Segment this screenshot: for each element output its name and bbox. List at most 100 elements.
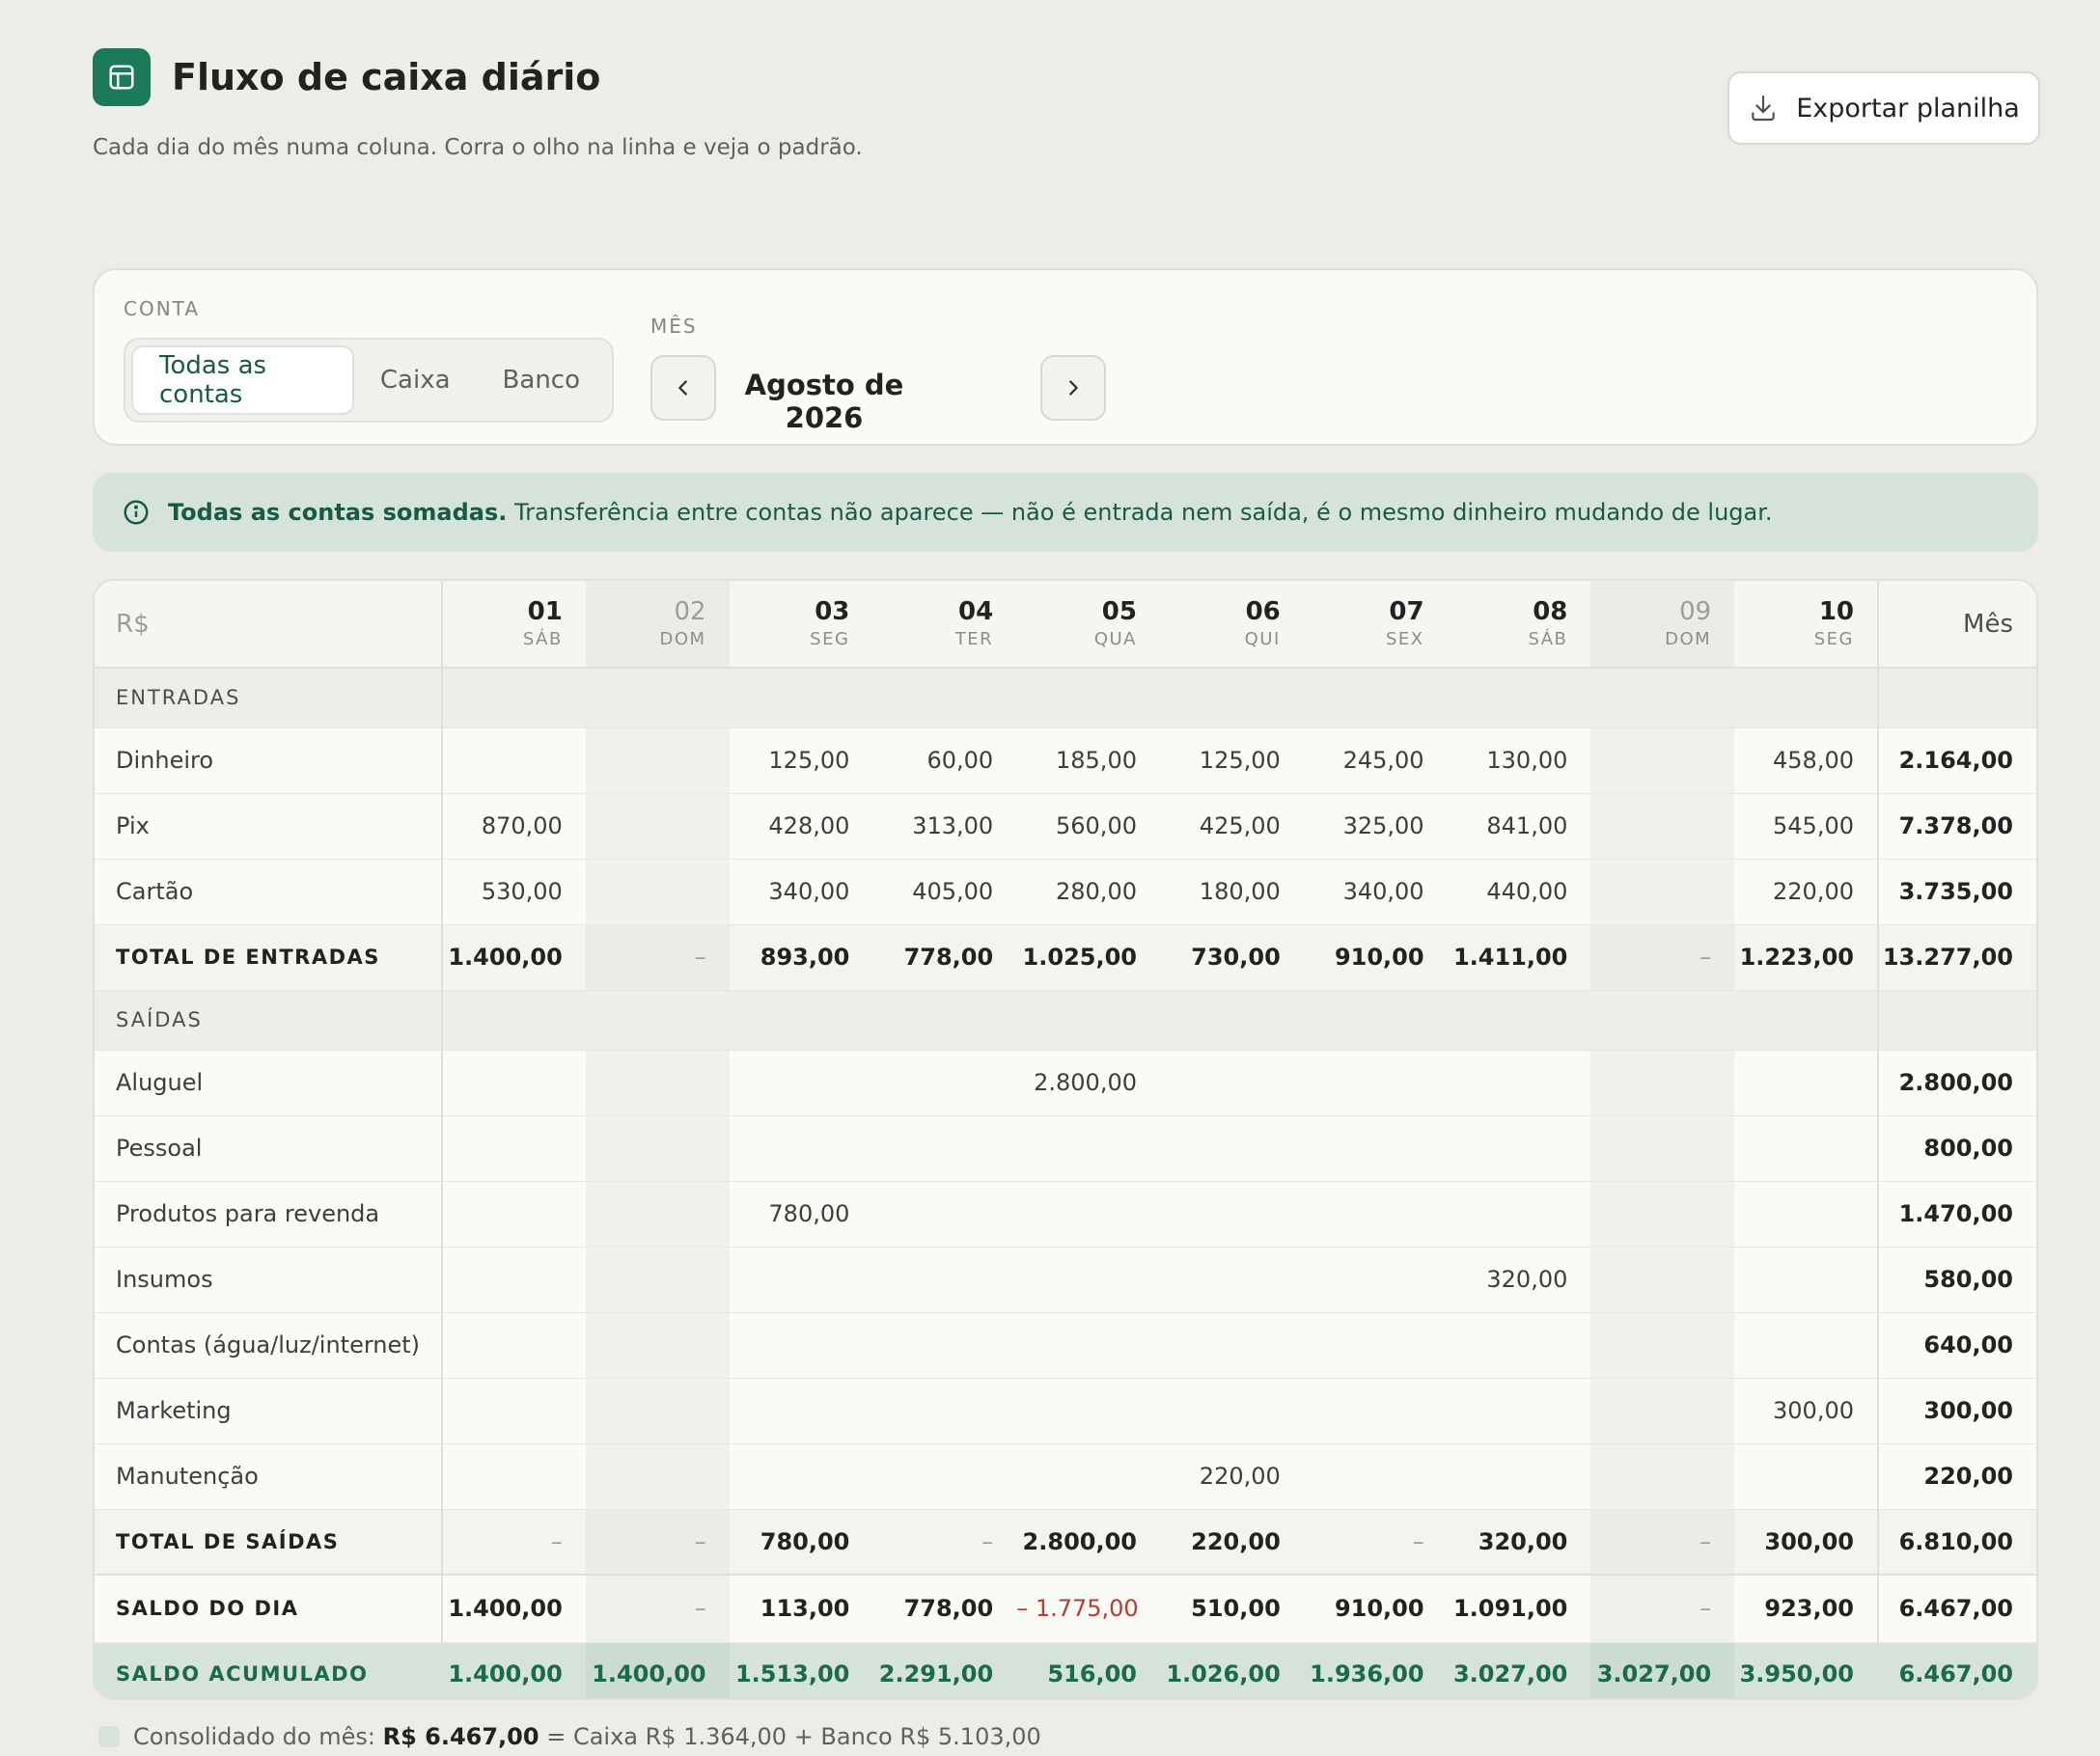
table-cell: 1.026,00 xyxy=(1159,1642,1304,1698)
table-row: Pessoal 800,00 xyxy=(95,1115,2036,1182)
table-cell xyxy=(442,1247,586,1313)
table-cell: 245,00 xyxy=(1303,727,1448,794)
table-cell xyxy=(1590,1247,1735,1313)
table-cell xyxy=(442,1181,586,1248)
next-month-button[interactable] xyxy=(1040,355,1106,421)
day-number: 06 xyxy=(1245,596,1281,626)
info-icon xyxy=(124,500,149,525)
day-header: 01 SÁB xyxy=(442,581,586,669)
table-cell: 340,00 xyxy=(1303,859,1448,925)
table-cell xyxy=(1590,859,1735,925)
table-cell xyxy=(442,1115,586,1182)
table-cell xyxy=(585,1247,730,1313)
table-row: Dinheiro 125,00 60,00 185,00 125,00 245,00 130… xyxy=(95,727,2036,794)
table-cell xyxy=(585,727,730,794)
section-total-row: TOTAL DE SAÍDAS – –780,00–2.800,00 220,00–3… xyxy=(95,1509,2036,1576)
table-cell: 220,00 xyxy=(1734,859,1878,925)
table-cell xyxy=(1590,727,1735,794)
table-cell: 560,00 xyxy=(1016,793,1160,860)
table-cell: 841,00 xyxy=(1447,793,1591,860)
export-label: Exportar planilha xyxy=(1796,93,2020,123)
daily-balance-row: SALDO DO DIA 1.400,00–113,00 778,00– 1.775… xyxy=(95,1574,2036,1643)
day-number: 10 xyxy=(1818,596,1854,626)
table-cell xyxy=(1159,1050,1304,1116)
day-number: 04 xyxy=(958,596,994,626)
day-weekday: SÁB xyxy=(522,628,563,649)
table-cell xyxy=(442,727,586,794)
table-cell xyxy=(1590,1443,1735,1510)
table-cell: 923,00 xyxy=(1734,1574,1878,1643)
table-cell: 428,00 xyxy=(729,793,873,860)
month-total-cell: 640,00 xyxy=(1877,1312,2036,1379)
section-month-fill xyxy=(1877,668,2036,728)
table-cell: 2.800,00 xyxy=(1016,1509,1160,1576)
table-cell: 300,00 xyxy=(1734,1378,1878,1444)
table-cell: 300,00 xyxy=(1734,1509,1878,1576)
month-total-cell: 3.735,00 xyxy=(1877,859,2036,925)
table-row: Marketing 300,00 300,00 xyxy=(95,1378,2036,1444)
day-header: 03 SEG xyxy=(729,581,873,669)
account-option-all[interactable]: Todas as contas xyxy=(131,345,354,415)
table-cell xyxy=(1590,1378,1735,1444)
account-option-banco[interactable]: Banco xyxy=(477,345,606,415)
prev-month-button[interactable] xyxy=(650,355,716,421)
table-cell xyxy=(1734,1312,1878,1379)
row-label: Cartão xyxy=(95,859,443,925)
row-label: Aluguel xyxy=(95,1050,443,1116)
table-cell: 545,00 xyxy=(1734,793,1878,860)
day-number: 08 xyxy=(1533,596,1568,626)
table-cell xyxy=(442,1312,586,1379)
month-total-cell: 220,00 xyxy=(1877,1443,2036,1510)
table-cell: 1.411,00 xyxy=(1447,924,1591,991)
export-button[interactable]: Exportar planilha xyxy=(1727,71,2040,145)
section-title: SAÍDAS xyxy=(95,990,443,1051)
table-row: Manutenção 220,00 220,00 xyxy=(95,1443,2036,1510)
table-cell: – xyxy=(1590,1574,1735,1643)
table-cell: – xyxy=(442,1509,586,1576)
table-cell xyxy=(872,1181,1017,1248)
table-cell xyxy=(1734,1050,1878,1116)
table-cell: 220,00 xyxy=(1159,1509,1304,1576)
table-cell xyxy=(1590,1115,1735,1182)
month-header: Mês xyxy=(1877,581,2036,669)
month-total-cell: 580,00 xyxy=(1877,1247,2036,1313)
table-cell: – xyxy=(585,1509,730,1576)
table-cell: – xyxy=(585,924,730,991)
day-number: 09 xyxy=(1679,596,1712,626)
table-cell xyxy=(1303,1115,1448,1182)
table-cell: – xyxy=(1590,1509,1735,1576)
table-cell xyxy=(1447,1115,1591,1182)
table-cell: 778,00 xyxy=(872,1574,1017,1643)
table-cell xyxy=(729,1115,873,1182)
month-total-cell: 13.277,00 xyxy=(1877,924,2036,991)
table-cell: 1.400,00 xyxy=(442,1642,586,1698)
table-cell: – xyxy=(1303,1509,1448,1576)
table-cell: – 1.775,00 xyxy=(1016,1574,1160,1643)
table-cell xyxy=(585,859,730,925)
row-label: Insumos xyxy=(95,1247,443,1313)
table-cell xyxy=(1303,1247,1448,1313)
table-cell xyxy=(442,1050,586,1116)
table-cell: 1.400,00 xyxy=(585,1642,730,1698)
table-cell xyxy=(1303,1181,1448,1248)
day-header: 05 QUA xyxy=(1016,581,1160,669)
table-cell: 1.400,00 xyxy=(442,1574,586,1643)
month-total-cell: 800,00 xyxy=(1877,1115,2036,1182)
table-cell: 280,00 xyxy=(1016,859,1160,925)
table-cell xyxy=(1303,1050,1448,1116)
filter-panel: CONTA Todas as contas Caixa Banco MÊS Ag… xyxy=(93,268,2038,446)
row-label: Dinheiro xyxy=(95,727,443,794)
table-row: Insumos 320,00 580,00 xyxy=(95,1247,2036,1313)
account-option-caixa[interactable]: Caixa xyxy=(354,345,477,415)
day-weekday: SEG xyxy=(1813,628,1854,649)
account-selector: Todas as contas Caixa Banco xyxy=(124,338,614,423)
day-number: 01 xyxy=(527,596,563,626)
table-cell: 1.513,00 xyxy=(729,1642,873,1698)
table-cell xyxy=(1590,1050,1735,1116)
footer-total: R$ 6.467,00 xyxy=(382,1723,539,1750)
table-cell: 425,00 xyxy=(1159,793,1304,860)
page-subtitle: Cada dia do mês numa coluna. Corra o olh… xyxy=(93,135,863,160)
table-cell xyxy=(872,1378,1017,1444)
table-cell xyxy=(1159,1181,1304,1248)
table-cell xyxy=(1303,1378,1448,1444)
